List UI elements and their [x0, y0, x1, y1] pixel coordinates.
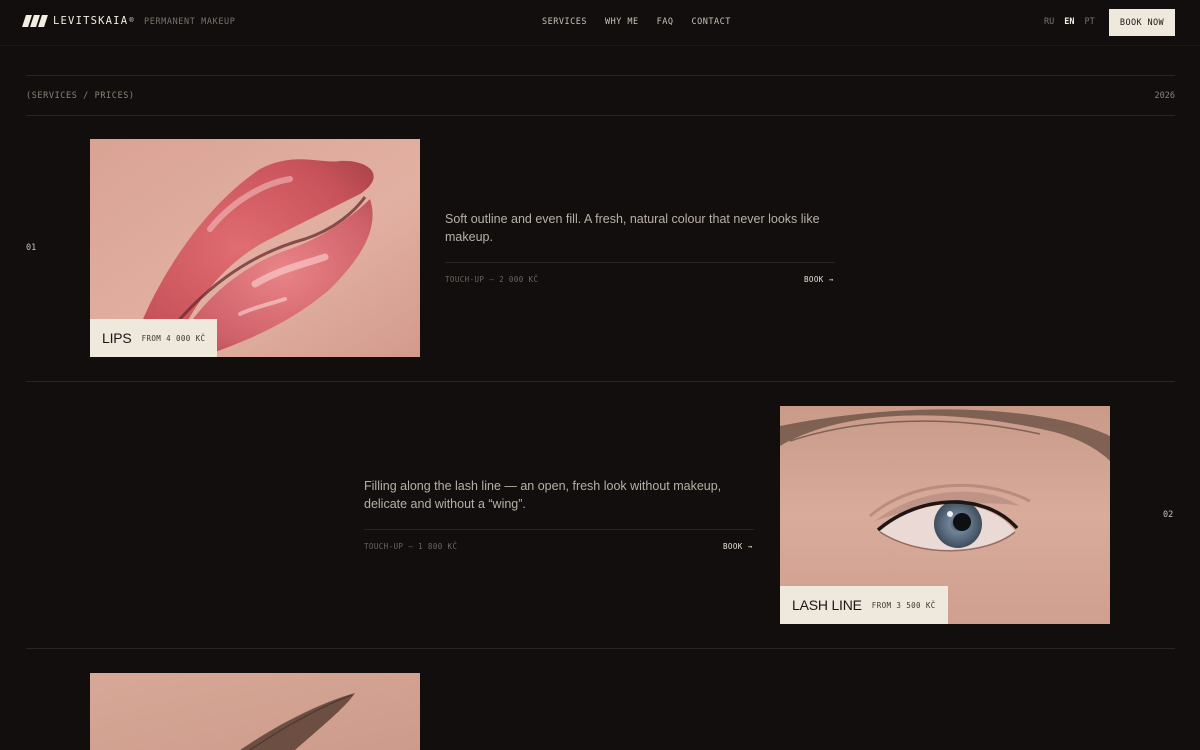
- nav-link-faq[interactable]: FAQ: [657, 17, 674, 27]
- service-description: Filling along the lash line — an open, f…: [364, 479, 722, 511]
- service-name: LIPS: [102, 330, 132, 346]
- service-index: 02: [1163, 510, 1174, 520]
- brows-photo: [90, 673, 420, 750]
- divider: [364, 529, 754, 530]
- main-nav: SERVICES WHY ME FAQ CONTACT: [542, 17, 731, 27]
- brow-image: [90, 673, 420, 750]
- nav-link-contact[interactable]: CONTACT: [692, 17, 731, 27]
- nav-link-services[interactable]: SERVICES: [542, 17, 587, 27]
- book-lips-link[interactable]: BOOK →: [804, 275, 834, 284]
- brand-logo-link[interactable]: LEVITSKAIA ®: [22, 15, 134, 27]
- touchup-price: TOUCH-UP — 1 800 KČ: [364, 542, 458, 551]
- lips-photo: LIPS FROM 4 000 KČ: [90, 139, 420, 357]
- section-year: 2026: [1154, 91, 1175, 101]
- lash-line-photo: LASH LINE FROM 3 500 KČ: [780, 406, 1110, 624]
- service-description: Soft outline and even fill. A fresh, nat…: [445, 212, 820, 244]
- lang-pt[interactable]: PT: [1085, 17, 1095, 27]
- brand-name: LEVITSKAIA: [53, 15, 129, 27]
- brand-tagline: PERMANENT MAKEUP: [144, 17, 236, 27]
- service-label: LIPS FROM 4 000 KČ: [90, 319, 218, 357]
- book-lash-line-link[interactable]: BOOK →: [723, 542, 753, 551]
- registered-mark: ®: [129, 18, 134, 24]
- divider: [26, 75, 1175, 76]
- divider: [26, 115, 1175, 116]
- divider: [26, 648, 1175, 649]
- breadcrumb: (SERVICES / PRICES): [26, 91, 135, 101]
- lang-en[interactable]: EN: [1064, 17, 1074, 27]
- divider: [26, 381, 1175, 382]
- service-price: FROM 4 000 KČ: [141, 333, 206, 343]
- lang-ru[interactable]: RU: [1044, 17, 1054, 27]
- site-header: LEVITSKAIA ® PERMANENT MAKEUP SERVICES W…: [0, 0, 1200, 46]
- service-index: 01: [26, 243, 37, 253]
- language-switcher: RU EN PT: [1044, 17, 1095, 27]
- brand-mark-icon: [22, 15, 48, 27]
- touchup-price: TOUCH-UP — 2 000 KČ: [445, 275, 539, 284]
- book-now-button[interactable]: BOOK NOW: [1109, 9, 1175, 36]
- service-price: FROM 3 500 KČ: [871, 600, 936, 610]
- nav-link-why-me[interactable]: WHY ME: [605, 17, 639, 27]
- service-label: LASH LINE FROM 3 500 KČ: [780, 586, 948, 624]
- service-name: LASH LINE: [792, 597, 862, 613]
- divider: [445, 262, 835, 263]
